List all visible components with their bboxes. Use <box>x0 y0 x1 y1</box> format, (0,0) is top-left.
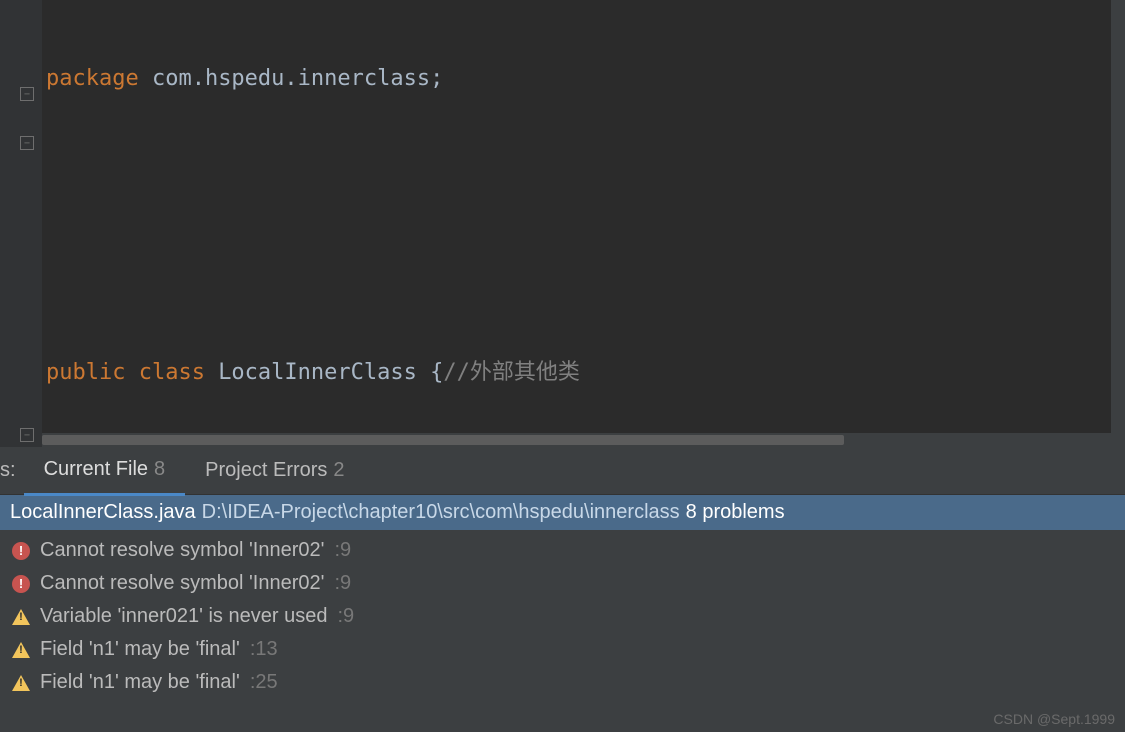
problem-line-number: :13 <box>250 638 278 661</box>
problem-text: Cannot resolve symbol 'Inner02' <box>40 572 324 595</box>
problem-row[interactable]: Field 'n1' may be 'final' :13 <box>0 633 1125 666</box>
problem-row[interactable]: ! Cannot resolve symbol 'Inner02' :9 <box>0 534 1125 567</box>
scrollbar-thumb[interactable] <box>42 435 844 445</box>
error-icon: ! <box>12 542 30 560</box>
code-editor[interactable]: − − − package com.hspedu.innerclass; pub… <box>0 0 1125 447</box>
problem-line-number: :9 <box>334 572 351 595</box>
tab-prefix-label: s: <box>0 459 24 482</box>
warning-icon <box>12 642 30 658</box>
problems-panel: s: Current File 8 Project Errors 2 Local… <box>0 447 1125 732</box>
warning-icon <box>12 609 30 625</box>
fold-marker-icon[interactable]: − <box>20 136 34 150</box>
fold-marker-icon[interactable]: − <box>20 87 34 101</box>
error-icon: ! <box>12 575 30 593</box>
code-keyword: package <box>46 66 139 91</box>
tab-current-file[interactable]: Current File 8 <box>24 446 186 496</box>
problems-summary: 8 problems <box>686 501 785 524</box>
problem-text: Variable 'inner021' is never used <box>40 605 327 628</box>
vertical-scrollbar[interactable] <box>1111 0 1125 447</box>
warning-icon <box>12 675 30 691</box>
problems-file-header[interactable]: LocalInnerClass.java D:\IDEA-Project\cha… <box>0 495 1125 530</box>
file-name: LocalInnerClass.java <box>10 501 196 524</box>
tab-label: Current File <box>44 458 148 481</box>
problem-row[interactable]: ! Cannot resolve symbol 'Inner02' :9 <box>0 567 1125 600</box>
watermark: CSDN @Sept.1999 <box>993 711 1115 727</box>
tab-project-errors[interactable]: Project Errors 2 <box>185 447 364 494</box>
problem-text: Field 'n1' may be 'final' <box>40 638 240 661</box>
code-text: com.hspedu.innerclass; <box>139 66 444 91</box>
problem-line-number: :9 <box>334 539 351 562</box>
problem-row[interactable]: Field 'n1' may be 'final' :25 <box>0 666 1125 699</box>
code-classname: LocalInnerClass <box>218 360 430 385</box>
problems-list: ! Cannot resolve symbol 'Inner02' :9 ! C… <box>0 530 1125 703</box>
code-comment: //外部其他类 <box>443 360 580 385</box>
code-content[interactable]: package com.hspedu.innerclass; public cl… <box>42 0 642 447</box>
problem-text: Cannot resolve symbol 'Inner02' <box>40 539 324 562</box>
tab-count: 2 <box>333 459 344 482</box>
horizontal-scrollbar[interactable] <box>42 433 1111 447</box>
problem-line-number: :25 <box>250 671 278 694</box>
problem-text: Field 'n1' may be 'final' <box>40 671 240 694</box>
editor-gutter: − − − <box>0 0 42 447</box>
code-text: { <box>430 360 443 385</box>
tab-label: Project Errors <box>205 459 327 482</box>
problem-row[interactable]: Variable 'inner021' is never used :9 <box>0 600 1125 633</box>
file-path: D:\IDEA-Project\chapter10\src\com\hspedu… <box>202 501 680 524</box>
code-keyword: public class <box>46 360 218 385</box>
problems-tabs: s: Current File 8 Project Errors 2 <box>0 447 1125 495</box>
fold-marker-icon[interactable]: − <box>20 428 34 442</box>
problem-line-number: :9 <box>337 605 354 628</box>
tab-count: 8 <box>154 458 165 481</box>
